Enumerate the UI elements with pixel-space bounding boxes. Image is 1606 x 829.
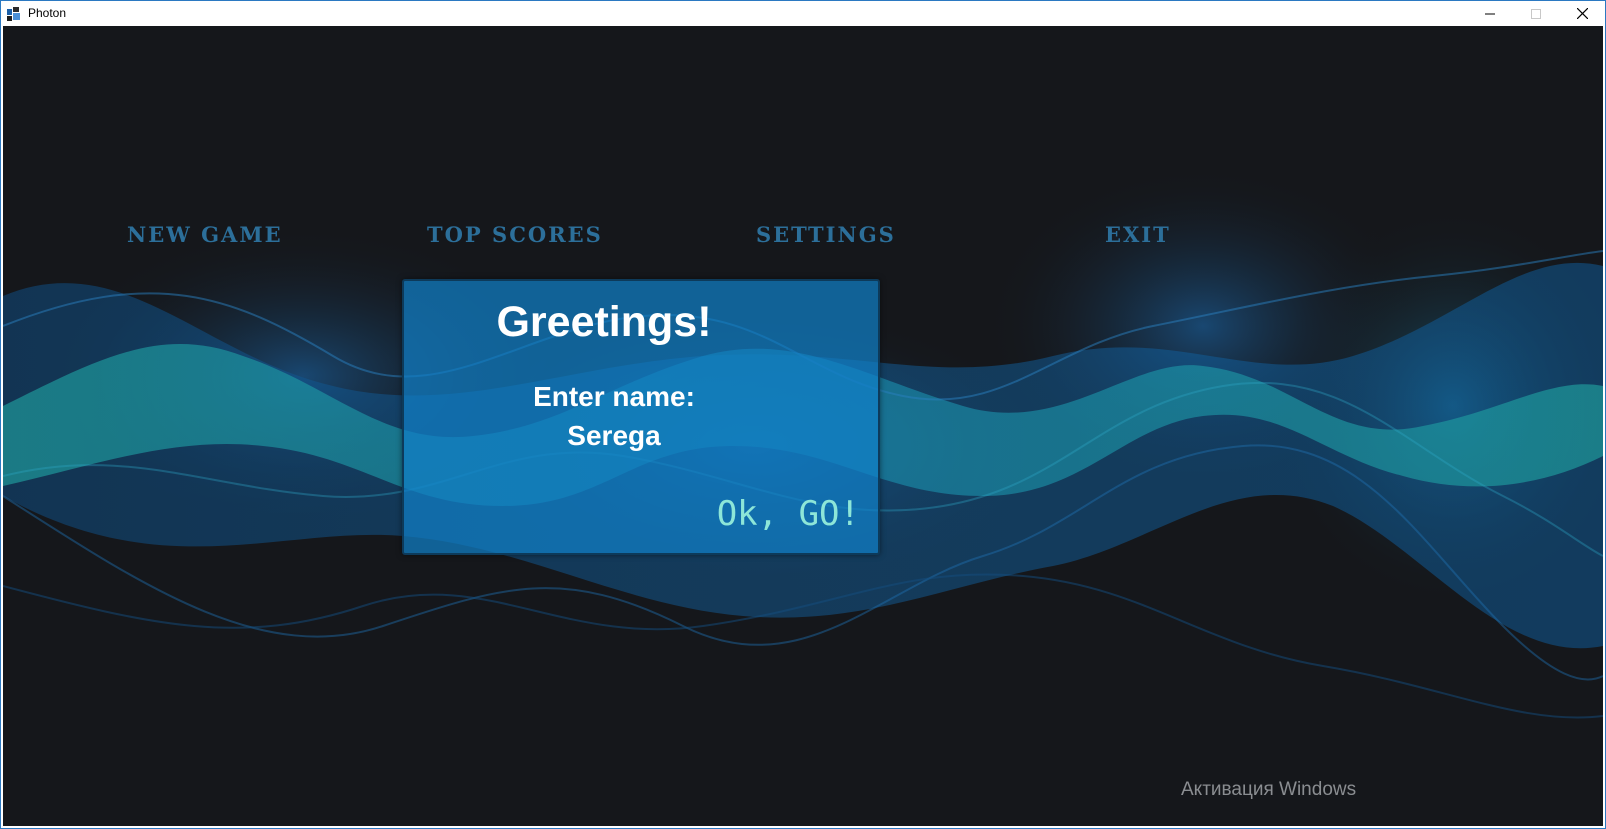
window-title: Photon	[28, 6, 67, 20]
minimize-button[interactable]	[1467, 1, 1513, 26]
close-button[interactable]	[1559, 1, 1605, 26]
menu-new-game[interactable]: NEW GAME	[127, 222, 283, 247]
ok-go-button[interactable]: Ok, GO!	[717, 494, 860, 534]
maximize-icon	[1531, 8, 1541, 19]
app-window: Photon NEW GAME TOP SCORES SETTINGS EXIT…	[0, 0, 1606, 829]
name-prompt-label: Enter name:	[533, 381, 695, 412]
game-canvas: NEW GAME TOP SCORES SETTINGS EXIT Greeti…	[3, 26, 1603, 826]
player-name-input[interactable]	[514, 418, 714, 454]
minimize-icon	[1485, 9, 1495, 19]
close-icon	[1576, 8, 1588, 19]
menu-top-scores[interactable]: TOP SCORES	[427, 222, 603, 247]
title-bar[interactable]: Photon	[1, 1, 1605, 26]
photon-app-icon	[6, 6, 22, 22]
windows-activation-watermark: Активация Windows	[1181, 779, 1357, 800]
menu-settings[interactable]: SETTINGS	[756, 222, 896, 247]
menu-exit[interactable]: EXIT	[1105, 222, 1171, 247]
greeting-dialog: Greetings! Enter name: Ok, GO!	[402, 279, 880, 555]
dialog-title: Greetings!	[496, 298, 712, 346]
maximize-button[interactable]	[1513, 1, 1559, 26]
